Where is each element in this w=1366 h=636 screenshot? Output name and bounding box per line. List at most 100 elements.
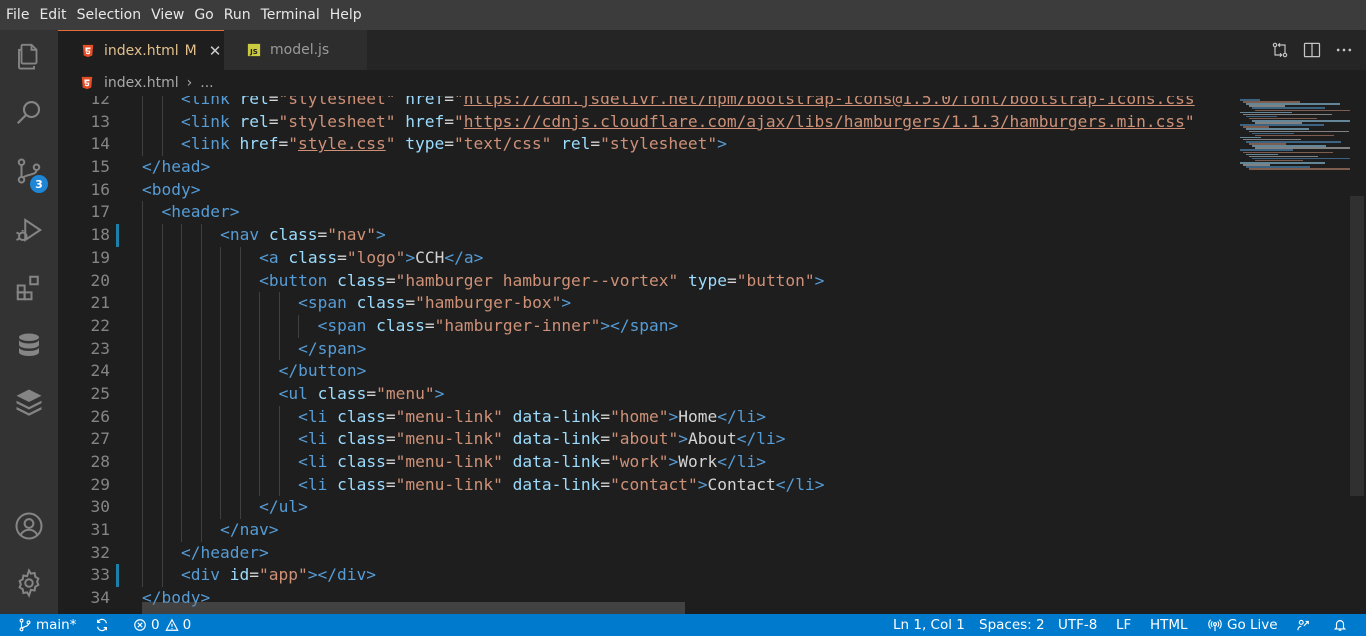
problems-indicator[interactable]: 0 0 [133, 614, 191, 636]
code-line[interactable]: 25 <ul class="menu"> [58, 382, 1230, 406]
indent-guide [142, 246, 143, 270]
menu-edit[interactable]: Edit [39, 0, 66, 30]
vertical-scrollbar[interactable] [1350, 96, 1366, 614]
js-icon: JS [246, 42, 262, 58]
indent-guide [239, 360, 241, 383]
line-number: 21 [90, 293, 111, 313]
go-live-button[interactable]: Go Live [1208, 614, 1278, 636]
minimap[interactable] [1230, 96, 1366, 614]
indent-guide [142, 96, 143, 111]
line-number: 14 [90, 134, 111, 154]
modified-line-marker [116, 564, 119, 588]
indent-guide [200, 337, 202, 361]
search-icon[interactable] [13, 96, 45, 128]
menu-selection[interactable]: Selection [77, 0, 142, 30]
split-editor-icon[interactable] [1296, 34, 1328, 66]
code-line[interactable]: 26 <li class="menu-link" data-link="home"… [58, 405, 1230, 429]
code-line[interactable]: 12 <link rel="stylesheet" href="https://c… [58, 96, 1230, 111]
code-line[interactable]: 33 <div id="app"></div> [58, 564, 1230, 588]
breadcrumb-file[interactable]: index.html [104, 75, 179, 91]
code-line[interactable]: 21 <span class="hamburger-box"> [58, 292, 1230, 315]
code-line[interactable]: 30 </ul> [58, 496, 1230, 520]
language-mode[interactable]: HTML [1150, 614, 1188, 636]
indent-guide [161, 541, 163, 565]
explorer-icon[interactable] [13, 40, 45, 72]
open-changes-icon[interactable] [1264, 34, 1296, 66]
code-line[interactable]: 28 <li class="menu-link" data-link="work"… [58, 451, 1230, 474]
run-debug-icon[interactable] [13, 214, 45, 246]
code-line[interactable]: 27 <li class="menu-link" data-link="about… [58, 428, 1230, 451]
cursor-position[interactable]: Ln 1, Col 1 [893, 614, 965, 636]
indent-guide [142, 405, 143, 429]
database-icon[interactable] [13, 330, 45, 362]
indent-guide [161, 96, 163, 111]
line-source: <li class="menu-link" data-link="home">H… [298, 406, 767, 426]
indent-guide [259, 382, 261, 406]
extensions-icon[interactable] [13, 272, 45, 304]
menu-terminal[interactable]: Terminal [261, 0, 320, 30]
indent-guide [278, 337, 280, 361]
line-source: <ul class="menu"> [278, 383, 445, 403]
line-number: 29 [90, 474, 111, 494]
indent-guide [142, 473, 143, 497]
indent-guide [142, 337, 143, 361]
indent-guide [142, 451, 143, 474]
code-line[interactable]: 29 <li class="menu-link" data-link="conta… [58, 473, 1230, 497]
account-icon[interactable] [13, 510, 45, 542]
indent-guide [200, 382, 202, 406]
code-line[interactable]: 24 </button> [58, 360, 1230, 383]
indent-guide [220, 360, 222, 383]
encoding[interactable]: UTF-8 [1058, 614, 1097, 636]
code-line[interactable]: 15 </head> [58, 156, 1230, 179]
menu-view[interactable]: View [151, 0, 184, 30]
menu-file[interactable]: File [6, 0, 29, 30]
branch-indicator[interactable]: main* [18, 614, 76, 636]
more-actions-icon[interactable] [1328, 34, 1360, 66]
stack-icon[interactable] [13, 386, 45, 418]
menu-go[interactable]: Go [194, 0, 213, 30]
settings-icon[interactable] [13, 567, 45, 599]
close-icon[interactable]: ✕ [209, 42, 222, 60]
indent-guide [200, 519, 202, 542]
menu-run[interactable]: Run [224, 0, 251, 30]
indent-guide [181, 337, 183, 361]
scrollbar-thumb[interactable] [1350, 196, 1364, 496]
status-bar: main* 0 0 Ln 1, Col 1 Spaces: 2 UTF-8 LF… [0, 614, 1366, 636]
tab-index-html[interactable]: index.html M ✕ [58, 30, 224, 70]
sync-button[interactable] [95, 614, 109, 636]
code-line[interactable]: 14 <link href="style.css" type="text/css"… [58, 133, 1230, 157]
notifications-button[interactable] [1333, 614, 1347, 636]
horizontal-scrollbar[interactable] [142, 602, 685, 614]
line-number: 28 [90, 452, 111, 471]
indent-guide [161, 405, 163, 429]
git-branch-icon [19, 618, 31, 632]
code-line[interactable]: 17 <header> [58, 201, 1230, 225]
indentation[interactable]: Spaces: 2 [979, 614, 1045, 636]
code-line[interactable]: 31 </nav> [58, 519, 1230, 542]
end-of-line[interactable]: LF [1116, 614, 1131, 636]
indent-guide [142, 314, 143, 338]
indent-guide [181, 246, 183, 270]
line-number: 15 [90, 157, 111, 177]
code-line[interactable]: 32 </header> [58, 541, 1230, 565]
tab-model-js[interactable]: JS model.js [224, 30, 367, 70]
indent-guide [200, 451, 202, 474]
code-line[interactable]: 23 </span> [58, 337, 1230, 361]
code-line[interactable]: 20 <button class="hamburger hamburger--vo… [58, 269, 1230, 293]
code-line[interactable]: 16 <body> [58, 179, 1230, 202]
menu-help[interactable]: Help [330, 0, 362, 30]
line-source: <li class="menu-link" data-link="work">W… [298, 452, 767, 471]
code-editor[interactable]: 12 <link rel="stylesheet" href="https://c… [58, 96, 1230, 614]
breadcrumb-more[interactable]: ... [200, 75, 213, 91]
feedback-button[interactable] [1296, 614, 1310, 636]
indent-guide [239, 496, 241, 520]
indent-guide [142, 519, 143, 542]
activity-bar: 3 [0, 30, 58, 614]
code-line[interactable]: 19 <a class="logo">CCH</a> [58, 246, 1230, 270]
indent-guide [278, 473, 280, 497]
indent-guide [161, 382, 163, 406]
code-line[interactable]: 18 <nav class="nav"> [58, 224, 1230, 247]
code-line[interactable]: 22 <span class="hamburger-inner"></span> [58, 314, 1230, 338]
code-line[interactable]: 13 <link rel="stylesheet" href="https://c… [58, 110, 1230, 134]
indent-guide [259, 405, 261, 429]
